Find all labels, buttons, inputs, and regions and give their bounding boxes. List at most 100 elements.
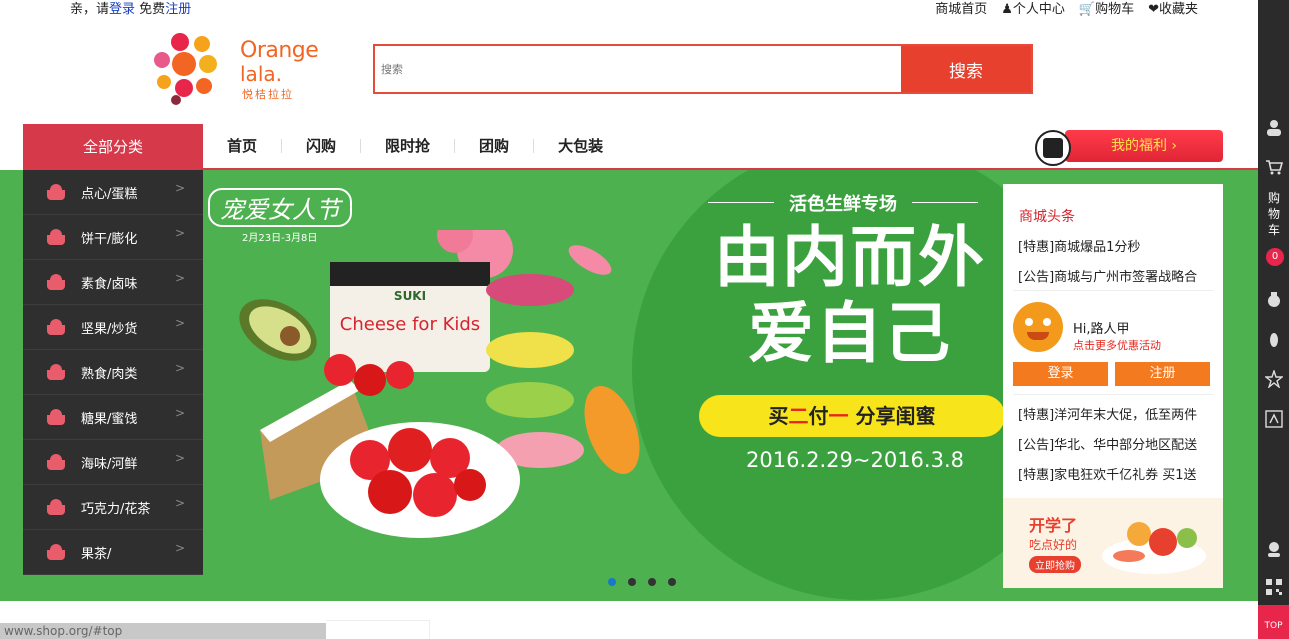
all-categories-button[interactable]: 全部分类 — [23, 124, 203, 170]
chevron-right-icon: > — [174, 226, 185, 240]
cart-label[interactable]: 购物车 — [1268, 190, 1280, 238]
user-greeting: Hi,路人甲 — [1073, 322, 1130, 337]
cupcake-icon — [47, 229, 65, 245]
category-item-chocolate[interactable]: 巧克力/花茶 > — [23, 485, 203, 530]
nav-items: 首页 闪购 限时抢 团购 大包装 — [203, 124, 627, 168]
my-welfare-button[interactable]: 我的福利 › — [1065, 130, 1223, 162]
search-button[interactable]: 搜索 — [901, 46, 1031, 92]
category-item-vegetarian[interactable]: 素食/卤味 > — [23, 260, 203, 305]
nav-big-pack[interactable]: 大包装 — [534, 139, 627, 154]
category-item-meat[interactable]: 熟食/肉类 > — [23, 350, 203, 395]
favorites-link[interactable]: ❤收藏夹 — [1148, 0, 1198, 17]
category-item-cake[interactable]: 点心/蛋糕 > — [23, 170, 203, 215]
status-bar-url: www.shop.org/#top — [0, 623, 326, 639]
search-bar: 搜索 — [373, 44, 1033, 94]
logo-text-chinese: 悦桔拉拉 — [242, 88, 294, 101]
chevron-right-icon: > — [174, 496, 185, 510]
chevron-right-icon: > — [174, 361, 185, 375]
nav-group-buy[interactable]: 团购 — [455, 139, 535, 154]
promo-pill: 买二付一 分享闺蜜 — [699, 395, 1005, 437]
register-link[interactable]: 注册 — [165, 2, 191, 17]
search-input[interactable] — [375, 46, 903, 92]
package-text: Cheese for Kids — [340, 314, 480, 335]
category-label: 巧克力/花茶 — [81, 502, 151, 517]
news-item[interactable]: [公告]商城与广州市签署战略合 — [1018, 266, 1197, 285]
news-item[interactable]: [特惠]商城爆品1分秒 — [1018, 236, 1140, 255]
cart-link[interactable]: 🛒购物车 — [1079, 0, 1134, 17]
footprint-icon[interactable] — [1265, 330, 1283, 348]
heart-icon: ❤ — [1148, 2, 1159, 17]
service-icon[interactable] — [1265, 540, 1283, 558]
news-item[interactable]: [特惠]洋河年末大促，低至两件 — [1018, 404, 1197, 423]
user-icon: ♟ — [1001, 2, 1013, 17]
news-item[interactable]: [特惠]家电狂欢千亿礼券 买1送 — [1018, 464, 1197, 483]
chevron-right-icon: > — [174, 181, 185, 195]
category-label: 饼干/膨化 — [81, 232, 138, 247]
login-button[interactable]: 登录 — [1013, 362, 1108, 386]
user-icon[interactable] — [1265, 118, 1283, 136]
logo-mark-icon — [154, 33, 217, 105]
my-welfare[interactable]: 我的福利 › — [1035, 130, 1223, 166]
money-bag-icon[interactable] — [1265, 290, 1283, 308]
chevron-right-icon: > — [174, 271, 185, 285]
register-button[interactable]: 注册 — [1115, 362, 1210, 386]
cupcake-icon — [47, 454, 65, 470]
carousel-dot[interactable] — [628, 578, 636, 586]
logo[interactable]: Orange lala. 悦桔拉拉 — [150, 30, 330, 108]
news-panel: 商城头条 [特惠]商城爆品1分秒 [公告]商城与广州市签署战略合 Hi,路人甲 … — [1003, 184, 1223, 588]
ad-buy-button[interactable]: 立即抢购 — [1029, 556, 1081, 573]
login-link[interactable]: 登录 — [109, 2, 135, 17]
chevron-right-icon: > — [174, 541, 185, 555]
category-label: 素食/卤味 — [81, 277, 138, 292]
promo-ad[interactable]: 开学了 吃点好的 立即抢购 — [1003, 498, 1223, 588]
more-offers-link[interactable]: 点击更多优惠活动 — [1073, 337, 1161, 353]
category-item-fruit-tea[interactable]: 果茶/ > — [23, 530, 203, 575]
headline-line-2: 爱自己 — [748, 295, 952, 372]
headline: 由内而外 爱自己 — [690, 220, 1010, 372]
right-toolbar: 购物车 0 TOP — [1258, 0, 1289, 639]
carousel-dot[interactable] — [668, 578, 676, 586]
carousel-dot[interactable] — [608, 578, 616, 586]
greeting-text: 亲，请 — [70, 2, 110, 17]
recharge-icon[interactable] — [1265, 410, 1283, 428]
news-title: 商城头条 — [1019, 209, 1075, 225]
category-label: 坚果/炒货 — [81, 322, 138, 337]
divider — [1013, 290, 1213, 291]
home-link[interactable]: 商城首页 — [935, 0, 987, 17]
category-label: 熟食/肉类 — [81, 367, 138, 382]
star-icon[interactable] — [1265, 370, 1283, 388]
nav-limited-time[interactable]: 限时抢 — [361, 139, 456, 154]
cart-count-badge: 0 — [1266, 248, 1284, 266]
top-label: TOP — [1264, 621, 1283, 631]
category-item-seafood[interactable]: 海味/河鲜 > — [23, 440, 203, 485]
top-bar: 亲，请登录 免费注册 商城首页 ♟个人中心 🛒购物车 ❤收藏夹 — [0, 0, 1258, 17]
carousel-dot[interactable] — [648, 578, 656, 586]
category-item-candy[interactable]: 糖果/蜜饯 > — [23, 395, 203, 440]
nav-flash-sale[interactable]: 闪购 — [282, 139, 362, 154]
category-label: 点心/蛋糕 — [81, 187, 138, 202]
chevron-right-icon: > — [174, 316, 185, 330]
back-to-top-button[interactable]: TOP — [1258, 605, 1289, 639]
qrcode-icon[interactable] — [1265, 578, 1283, 596]
divider — [1013, 394, 1213, 395]
cupcake-icon — [47, 364, 65, 380]
category-item-biscuit[interactable]: 饼干/膨化 > — [23, 215, 203, 260]
seafood-plate-icon — [1102, 522, 1206, 574]
promo-text-3: 付 — [808, 404, 829, 428]
chevron-right-icon: > — [174, 406, 185, 420]
nav-home[interactable]: 首页 — [203, 139, 283, 154]
news-item[interactable]: [公告]华北、华中部分地区配送 — [1018, 434, 1197, 453]
user-center-label: 个人中心 — [1012, 2, 1065, 17]
cart-icon[interactable] — [1265, 158, 1283, 176]
category-item-nuts[interactable]: 坚果/炒货 > — [23, 305, 203, 350]
cupcake-icon — [47, 184, 65, 200]
logo-text-orange: Orange — [240, 38, 319, 63]
avatar — [1013, 302, 1063, 352]
headline-line-1: 由内而外 — [714, 219, 986, 296]
content-strip — [326, 620, 430, 639]
category-menu: 点心/蛋糕 > 饼干/膨化 > 素食/卤味 > 坚果/炒货 > 熟食/肉类 > 糖果/蜜饯… — [23, 170, 203, 575]
promo-text-1: 买 — [768, 404, 789, 428]
register-prefix: 免费 — [139, 2, 166, 17]
user-center-link[interactable]: ♟个人中心 — [1001, 0, 1065, 17]
top-links: 商城首页 ♟个人中心 🛒购物车 ❤收藏夹 — [935, 0, 1198, 17]
